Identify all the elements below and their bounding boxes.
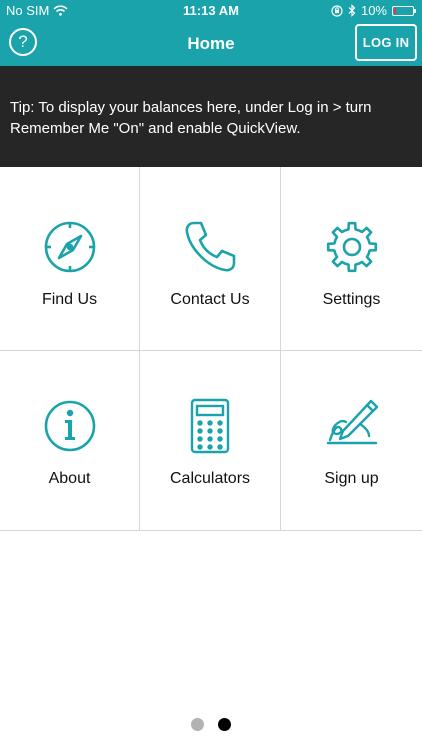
calculator-key [217,428,223,434]
phone-icon [185,221,236,272]
about-tile[interactable]: About [0,351,140,531]
battery-level [394,7,396,14]
calculator-key [197,428,203,434]
status-right: 10% [331,3,416,18]
sign-up-tile[interactable]: Sign up [281,351,422,531]
bluetooth-icon [348,4,356,17]
contact-us-label: Contact Us [170,291,250,308]
sign-up-label: Sign up [324,470,379,487]
calculator-key [217,436,223,442]
calculator-key [207,444,213,450]
find-us-label: Find Us [41,291,98,308]
settings-tile[interactable]: Settings [281,167,422,351]
contact-us-tile[interactable]: Contact Us [140,167,281,351]
calculator-key [217,444,223,450]
find-us-tile[interactable]: Find Us [0,167,140,351]
compass-icon [44,221,95,273]
gear-icon [326,221,377,273]
calculator-key [197,436,203,442]
battery-icon [392,5,416,16]
about-label: About [48,470,91,487]
calculator-icon [190,398,230,454]
calculator-key [197,444,203,450]
settings-label: Settings [322,291,381,308]
menu-grid: Find Us Contact Us Settings About Calcul… [0,167,422,531]
calculator-key [217,420,223,426]
calculator-key [207,420,213,426]
battery-percent: 10% [360,3,387,18]
pen-signature-icon [326,399,378,445]
page-indicator[interactable] [0,718,422,731]
app-header: No SIM 11:13 AM 10% ? Home LOG IN [0,0,422,66]
orientation-lock-icon [331,4,343,17]
login-button[interactable]: LOG IN [355,24,417,61]
calculator-key [197,420,203,426]
calculators-tile[interactable]: Calculators [140,351,281,531]
calculators-label: Calculators [169,470,251,487]
calculator-key [207,436,213,442]
page-dot[interactable] [191,718,204,731]
page-dot[interactable] [218,718,231,731]
tip-text: Tip: To display your balances here, unde… [10,99,372,137]
status-bar: No SIM 11:13 AM 10% [0,0,422,22]
calculator-key [207,428,213,434]
tip-banner: Tip: To display your balances here, unde… [0,66,422,167]
info-icon [44,400,95,452]
